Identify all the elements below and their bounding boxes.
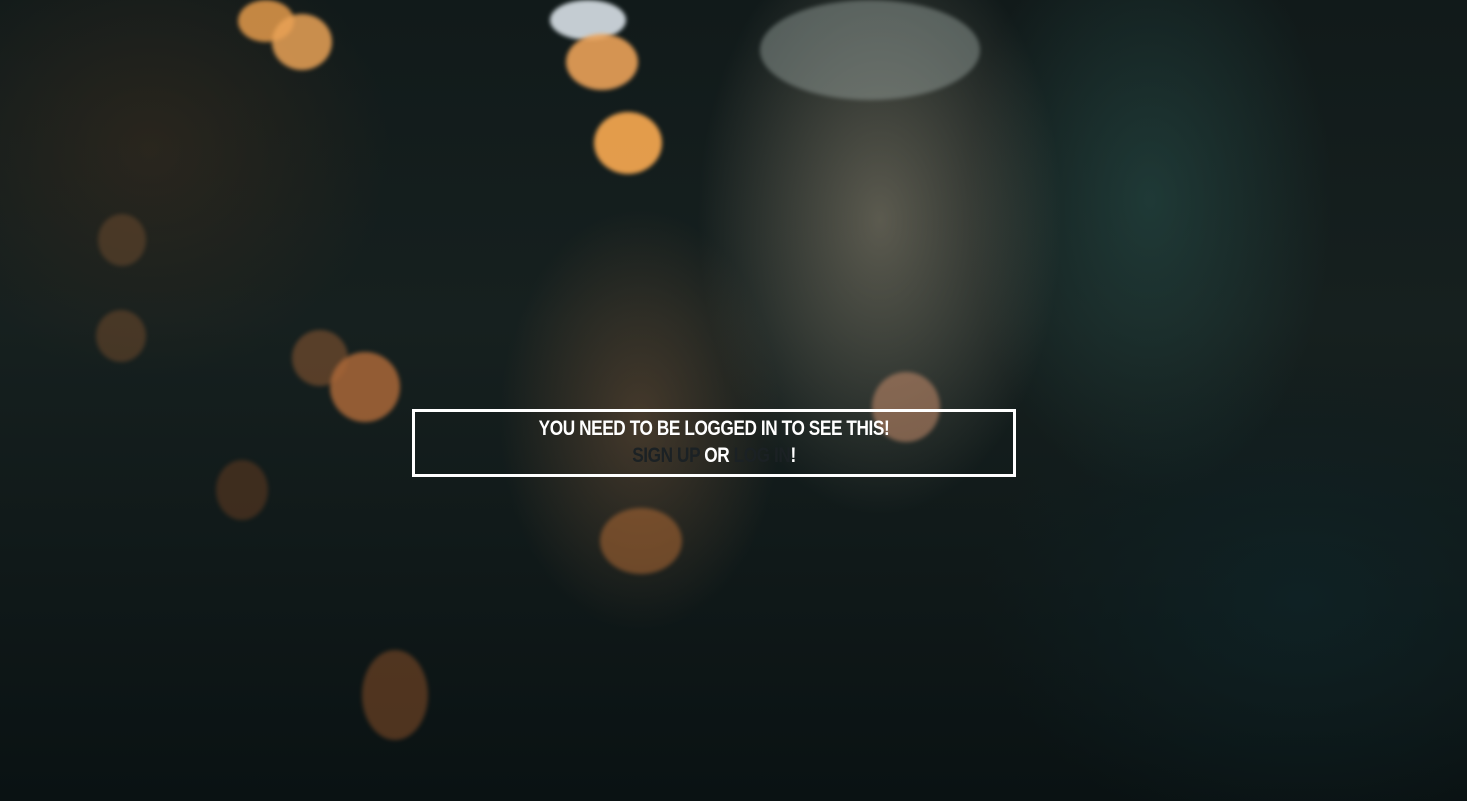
bokeh-light — [216, 460, 268, 520]
bokeh-light — [272, 14, 332, 70]
login-link[interactable]: Log in — [734, 444, 791, 467]
bokeh-light — [96, 310, 146, 362]
signup-link[interactable]: Sign up — [632, 444, 700, 467]
bokeh-light — [292, 330, 348, 386]
bokeh-light — [600, 508, 682, 574]
bokeh-light — [98, 214, 146, 266]
bokeh-light — [550, 0, 626, 40]
blurred-background-image — [0, 0, 1467, 801]
login-required-message: You need to be logged in to see this! — [538, 417, 890, 440]
auth-links-line: Sign up or Log in! — [469, 442, 959, 470]
login-required-notice: You need to be logged in to see this! Si… — [412, 409, 1016, 477]
bokeh-light — [362, 650, 428, 740]
bokeh-light — [760, 0, 980, 100]
or-separator: or — [699, 444, 734, 467]
exclamation-mark: ! — [790, 444, 796, 467]
bokeh-light — [594, 112, 662, 174]
bokeh-light — [566, 34, 638, 90]
